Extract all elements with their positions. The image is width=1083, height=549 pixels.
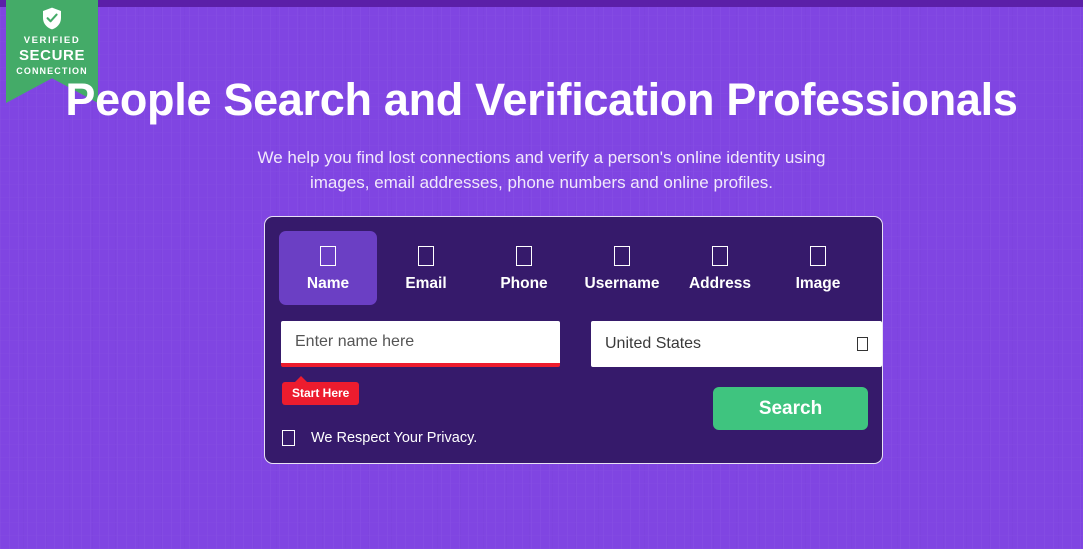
page-root: VERIFIED SECURE CONNECTION People Search… (0, 0, 1083, 549)
tab-label-phone: Phone (500, 274, 548, 292)
tab-label-name: Name (306, 274, 350, 292)
page-title: People Search and Verification Professio… (65, 74, 1018, 126)
start-here-tooltip: Start Here (282, 376, 360, 405)
search-panel: Name Email Phone Username Address Image (264, 216, 883, 464)
name-field-wrapper (281, 321, 560, 367)
map-marker-icon (712, 245, 728, 266)
country-select-value: United States (605, 335, 702, 352)
search-fields-row: United States (281, 321, 882, 367)
user-icon (320, 245, 336, 266)
country-select[interactable]: United States (591, 321, 882, 367)
top-strip (0, 0, 1083, 7)
tab-image[interactable]: Image (769, 231, 867, 305)
phone-icon (516, 245, 532, 266)
tab-label-email: Email (405, 274, 447, 292)
tab-phone[interactable]: Phone (475, 231, 573, 305)
tab-label-username: Username (584, 274, 660, 292)
page-subtitle: We help you find lost connections and ve… (257, 148, 826, 192)
privacy-notice-text: We Respect Your Privacy. (311, 430, 478, 446)
search-type-tabs: Name Email Phone Username Address Image (279, 231, 871, 305)
name-search-input[interactable] (281, 321, 560, 367)
chevron-down-icon (857, 337, 868, 351)
tab-label-image: Image (795, 274, 841, 292)
badge-line-secure: SECURE (18, 47, 86, 64)
tab-username[interactable]: Username (573, 231, 671, 305)
tab-label-address: Address (688, 274, 752, 292)
search-button[interactable]: Search (713, 387, 868, 430)
tab-address[interactable]: Address (671, 231, 769, 305)
badge-line-verified: VERIFIED (23, 35, 81, 46)
privacy-notice: We Respect Your Privacy. (282, 430, 477, 446)
tab-email[interactable]: Email (377, 231, 475, 305)
at-icon (614, 245, 630, 266)
tab-name[interactable]: Name (279, 231, 377, 305)
envelope-icon (418, 245, 434, 266)
image-icon (810, 245, 826, 266)
lock-icon (282, 430, 295, 446)
shield-check-icon (43, 7, 61, 30)
